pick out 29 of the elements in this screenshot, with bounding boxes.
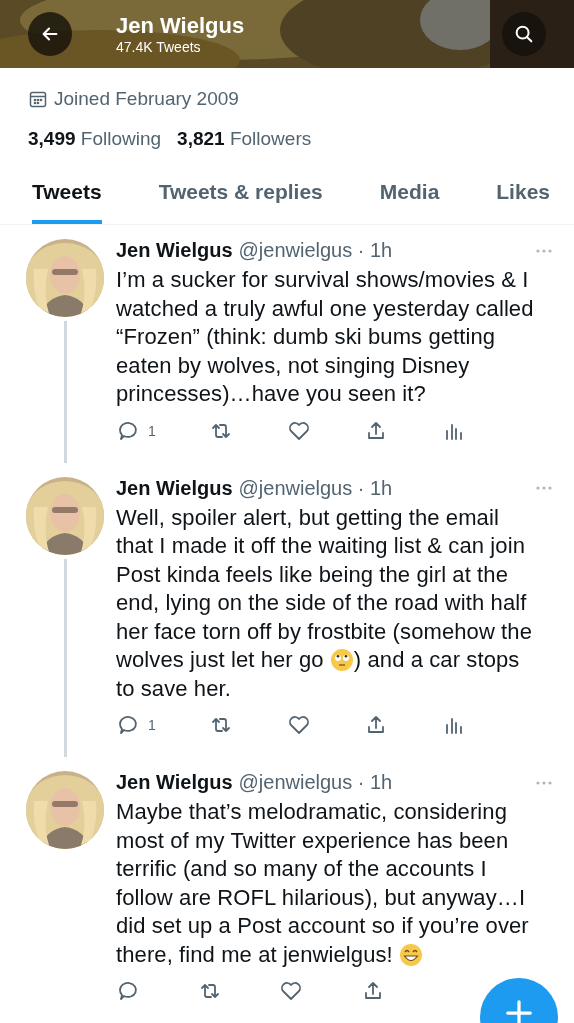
profile-tab[interactable]: Tweets: [32, 180, 102, 224]
tweet-text: Maybe that’s melodramatic, considering most of my Twitter experience has been terrific (and so many of the accounts I follow are ROFL hilarious), but anyway…I did set up a Post account so if you’re over there, find me at jenwielgus!: [116, 798, 530, 969]
reply-count: 1: [148, 717, 156, 733]
search-icon: [513, 23, 535, 45]
author-name[interactable]: Jen Wielgus: [116, 771, 233, 794]
profile-tab[interactable]: Tweets & replies: [158, 180, 323, 224]
reply-icon[interactable]: [116, 979, 140, 1003]
following-link[interactable]: 3,499 Following: [28, 128, 162, 150]
heart-icon[interactable]: [279, 979, 303, 1003]
eye-roll-emoji-icon: [329, 648, 354, 672]
reply-icon[interactable]: [116, 713, 140, 737]
joined-date: Joined February 2009: [54, 88, 239, 110]
author-name[interactable]: Jen Wielgus: [116, 239, 233, 262]
followers-link[interactable]: 3,821 Followers: [177, 128, 312, 150]
author-name[interactable]: Jen Wielgus: [116, 476, 233, 500]
reply-count: 1: [148, 422, 156, 439]
plus-icon: [504, 998, 534, 1023]
tweet-text: I’m a sucker for survival shows/movies & I watched a truly awful one yesterday called “Frozen” (think: dumb ski bums getting eaten by wolves, not singing Disney princesses)…have you seen it?: [116, 266, 535, 408]
author-handle: @jenwielgus · 1h: [238, 239, 393, 262]
author-handle: @jenwielgus · 1h: [238, 476, 393, 500]
author-handle: @jenwielgus · 1h: [238, 771, 393, 794]
profile-tab[interactable]: Likes: [496, 180, 550, 224]
profile-tab[interactable]: Media: [379, 180, 440, 224]
tweet-text: Well, spoiler alert, but getting the email that I made it off the waiting list & can join Post kinda feels like being the girl at the end, lying on the side of the road with half her face torn off by frostbite (somehow the wolves just let her go ) and a car stops to save her.: [116, 503, 533, 703]
tweet-count: 47.4K Tweets: [116, 39, 202, 55]
calendar-icon: [28, 89, 48, 109]
grinning-emoji-icon: [399, 942, 424, 967]
profile-name: Jen Wielgus: [116, 13, 246, 39]
heart-icon[interactable]: [286, 713, 311, 737]
